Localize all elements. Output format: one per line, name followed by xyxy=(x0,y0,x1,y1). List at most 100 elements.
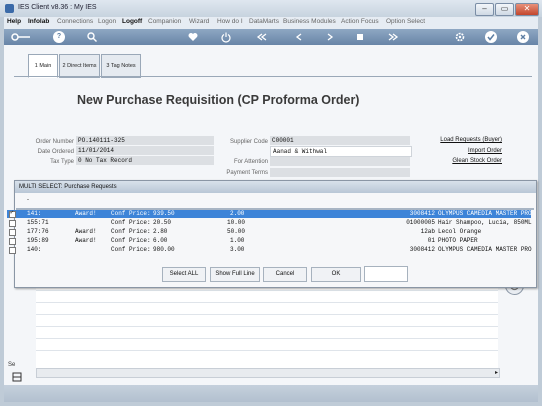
supplier-code-field[interactable]: C00001 xyxy=(270,136,410,145)
request-row[interactable]: 155:71 Conf Price: 20.50 10.00 01000005 … xyxy=(7,219,532,227)
menu-connections[interactable]: Connections xyxy=(57,18,93,25)
rewind-icon[interactable] xyxy=(256,31,268,43)
help-icon[interactable]: ? xyxy=(53,31,65,43)
date-ordered-field[interactable]: 11/01/2014 xyxy=(76,146,214,155)
row-price: 939.50 xyxy=(153,210,175,217)
load-requests-link[interactable]: Load Requests (Buyer) xyxy=(420,137,502,143)
menu-bar: Help Infolab Connections Logon Logoff Co… xyxy=(4,17,538,29)
date-ordered-label: Date Ordered xyxy=(37,149,74,155)
row-description: Lecol Orange xyxy=(438,228,482,235)
order-number-label: Order Number xyxy=(35,139,74,145)
request-row[interactable]: 177:76 Award! Conf Price: 2.80 50.00 12a… xyxy=(7,228,531,236)
status-bar xyxy=(4,385,538,402)
tab-divider xyxy=(14,76,532,77)
menu-logoff[interactable]: Logoff xyxy=(122,18,142,25)
cancel-button[interactable]: Cancel xyxy=(263,267,307,282)
import-order-link[interactable]: Import Order xyxy=(420,148,502,154)
row-checkbox[interactable] xyxy=(9,247,16,254)
payment-terms-label: Payment Terms xyxy=(226,170,268,176)
row-checkbox[interactable] xyxy=(9,229,16,236)
menu-companion[interactable]: Companion xyxy=(148,18,181,25)
select-all-button[interactable]: Select ALL xyxy=(162,267,206,282)
row-price: 980.00 xyxy=(153,246,175,253)
heart-icon[interactable] xyxy=(187,31,199,43)
row-checkbox[interactable] xyxy=(9,220,16,227)
row-code: 3008412 xyxy=(409,210,435,217)
dialog-title: MULTI SELECT: Purchase Requests xyxy=(15,181,536,193)
close-button[interactable]: ✕ xyxy=(515,3,539,16)
menu-datamarts[interactable]: DataMarts xyxy=(249,18,279,25)
menu-infolab[interactable]: Infolab xyxy=(28,18,49,25)
tax-type-field[interactable]: 0 No Tax Record xyxy=(76,156,214,165)
check-icon[interactable] xyxy=(485,31,497,43)
row-conf-label: Conf Price: xyxy=(111,219,151,226)
row-checkbox[interactable] xyxy=(9,238,16,245)
grid-line xyxy=(36,326,498,327)
side-label: Se xyxy=(8,362,16,368)
row-price: 20.50 xyxy=(153,219,172,226)
row-description: Hair Shampoo, Lucia, 850ML xyxy=(438,219,532,226)
tab-tag-notes[interactable]: 3 Tag Notes xyxy=(101,54,141,78)
items-grid xyxy=(36,280,498,368)
row-code: 01000005 xyxy=(406,219,435,226)
scroll-right-icon[interactable]: ▸ xyxy=(495,369,498,376)
row-status: Award! xyxy=(75,228,97,235)
ok-button[interactable]: OK xyxy=(311,267,361,282)
tab-main-num: 1 xyxy=(34,63,38,69)
tab-main-label: Main xyxy=(39,63,52,69)
glean-stock-order-link[interactable]: Glean Stock Order xyxy=(420,158,502,164)
menu-help[interactable]: Help xyxy=(7,18,21,25)
back-icon[interactable] xyxy=(293,31,305,43)
row-conf-label: Conf Price: xyxy=(111,228,151,235)
horizontal-scrollbar[interactable]: ▸ xyxy=(36,368,500,378)
order-number-field[interactable]: PO.140111-325 xyxy=(76,136,214,145)
filter-input[interactable] xyxy=(364,266,408,282)
tab-main[interactable]: 1 Main xyxy=(28,54,58,78)
grid-line xyxy=(36,350,498,351)
row-checkbox[interactable] xyxy=(9,209,16,218)
row-price: 6.00 xyxy=(153,237,168,244)
row-description: PHOTO PAPER xyxy=(438,237,478,244)
for-attention-field[interactable] xyxy=(270,157,410,166)
payment-terms-field[interactable] xyxy=(270,168,410,177)
search-icon[interactable] xyxy=(86,31,98,43)
menu-how-do-i[interactable]: How do I xyxy=(217,18,243,25)
tab-direct-items-num: 2 xyxy=(62,63,66,69)
tab-tag-notes-label: Tag Notes xyxy=(110,63,136,69)
row-price: 2.80 xyxy=(153,228,168,235)
row-qty: 1.00 xyxy=(230,237,245,244)
fast-forward-icon[interactable] xyxy=(387,31,399,43)
grid-icon[interactable] xyxy=(12,372,22,382)
row-ref: 177:76 xyxy=(27,228,49,235)
row-ref: 141: xyxy=(27,210,42,217)
request-row[interactable]: 140: Conf Price: 980.00 3.00 3008412 OLY… xyxy=(7,246,532,254)
power-icon[interactable] xyxy=(220,31,232,43)
menu-option-select[interactable]: Option Select xyxy=(386,18,425,25)
row-code: 12ab xyxy=(420,228,435,235)
request-row[interactable]: 195:89 Award! Conf Price: 6.00 1.00 01 P… xyxy=(7,237,531,245)
tax-type-label: Tax Type xyxy=(50,159,74,165)
tab-direct-items-label: Direct Items xyxy=(67,63,97,69)
row-ref: 140: xyxy=(27,246,42,253)
show-full-line-button[interactable]: Show Full Line xyxy=(210,267,260,282)
grid-line xyxy=(36,302,498,303)
tab-direct-items[interactable]: 2 Direct Items xyxy=(59,54,100,78)
maximize-button[interactable]: ▭ xyxy=(495,3,514,16)
menu-business-modules[interactable]: Business Modules xyxy=(283,18,336,25)
close-circle-icon[interactable] xyxy=(517,31,529,43)
grid-line xyxy=(36,314,498,315)
supplier-name-field[interactable]: Aanad & Withwal xyxy=(270,146,412,157)
row-qty: 50.00 xyxy=(227,228,246,235)
gear-icon[interactable] xyxy=(454,31,466,43)
key-icon[interactable] xyxy=(10,31,32,43)
minimize-button[interactable]: – xyxy=(475,3,494,16)
forward-icon[interactable] xyxy=(324,31,336,43)
request-row[interactable]: 141: Award! Conf Price: 939.50 2.00 3008… xyxy=(7,209,532,218)
row-qty: 3.00 xyxy=(230,246,245,253)
row-conf-label: Conf Price: xyxy=(111,246,151,253)
menu-action-focus[interactable]: Action Focus xyxy=(341,18,379,25)
stop-icon[interactable] xyxy=(354,31,366,43)
grid-line xyxy=(36,338,498,339)
menu-logon[interactable]: Logon xyxy=(98,18,116,25)
menu-wizard[interactable]: Wizard xyxy=(189,18,209,25)
